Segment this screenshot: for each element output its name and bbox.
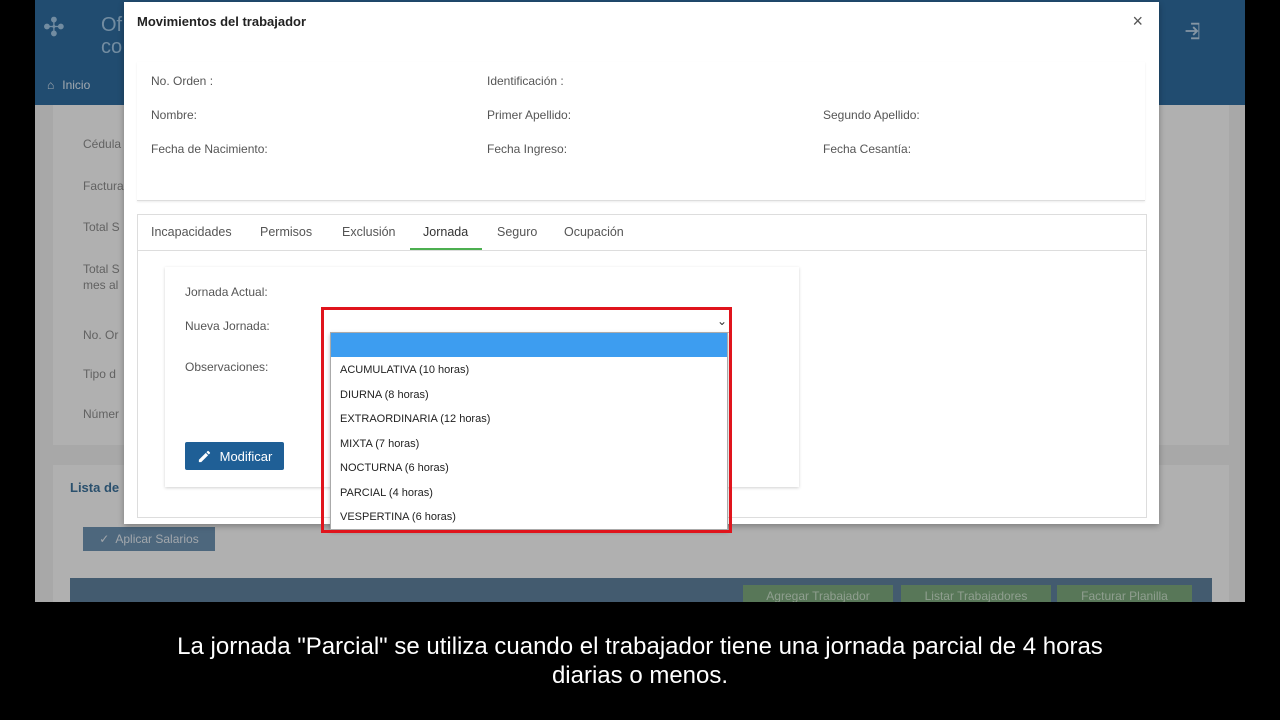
- nueva-jornada-label: Nueva Jornada:: [185, 319, 270, 333]
- active-tab-indicator: [410, 248, 482, 250]
- jornada-actual-label: Jornada Actual:: [185, 285, 268, 299]
- pencil-icon: [198, 450, 210, 462]
- identificacion-label: Identificación :: [487, 74, 564, 88]
- fecha-nacimiento-label: Fecha de Nacimiento:: [151, 142, 268, 156]
- tab-ocupacion[interactable]: Ocupación: [564, 225, 624, 239]
- no-orden-label: No. Orden :: [151, 74, 214, 88]
- caption-line-2: diarias o menos.: [551, 662, 729, 689]
- modificar-label: Modificar: [219, 448, 273, 464]
- tab-exclusion[interactable]: Exclusión: [342, 225, 396, 239]
- tab-bar: Incapacidades Permisos Exclusión Jornada…: [138, 215, 1146, 251]
- modal-title: Movimientos del trabajador: [137, 14, 307, 29]
- segundo-apellido-label: Segundo Apellido:: [823, 108, 920, 122]
- tab-jornada[interactable]: Jornada: [423, 225, 468, 239]
- close-icon[interactable]: ×: [1132, 11, 1143, 32]
- tab-incapacidades[interactable]: Incapacidades: [151, 225, 232, 239]
- fecha-ingreso-label: Fecha Ingreso:: [487, 142, 568, 156]
- nombre-label: Nombre:: [151, 108, 198, 122]
- highlight-box: [321, 307, 732, 533]
- fecha-cesantia-label: Fecha Cesantía:: [823, 142, 912, 156]
- tab-seguro[interactable]: Seguro: [497, 225, 537, 239]
- video-caption: La jornada "Parcial" se utiliza cuando e…: [0, 632, 1280, 690]
- modificar-button[interactable]: Modificar: [185, 442, 284, 470]
- observaciones-label: Observaciones:: [185, 360, 269, 374]
- tab-permisos[interactable]: Permisos: [260, 225, 312, 239]
- primer-apellido-label: Primer Apellido:: [487, 108, 572, 122]
- worker-info-box: No. Orden : Identificación : Nombre: Pri…: [137, 62, 1145, 201]
- caption-line-1: La jornada "Parcial" se utiliza cuando e…: [177, 633, 1103, 660]
